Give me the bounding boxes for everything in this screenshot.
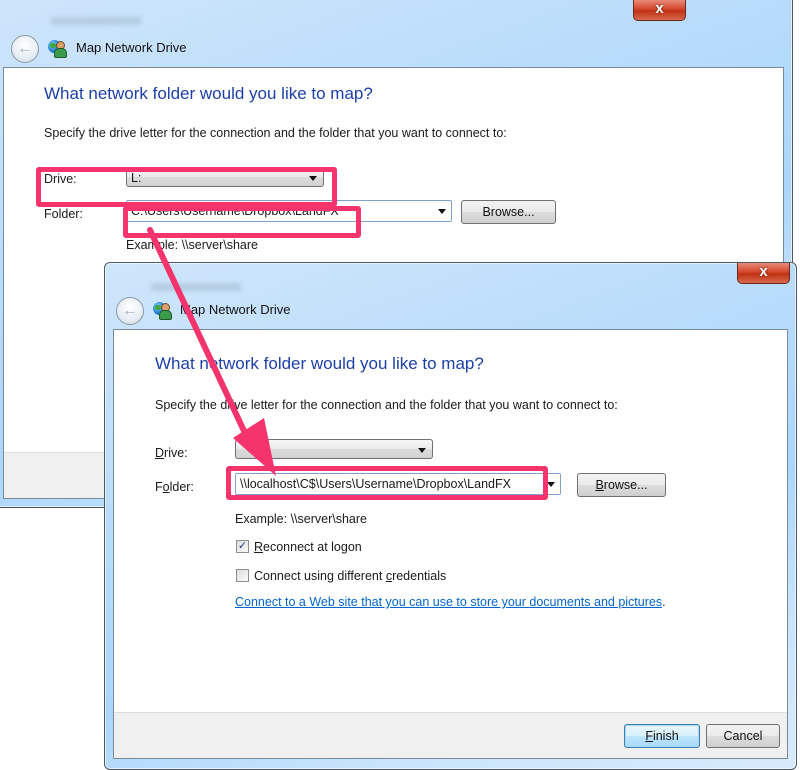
front-close-button[interactable]: x	[737, 263, 790, 284]
back-arrow-icon: ←	[122, 302, 138, 319]
folder-value: C:\Users\Username\Dropbox\LandFX	[131, 204, 339, 218]
back-close-button[interactable]: x	[633, 0, 686, 21]
folder-label: Folder:	[44, 207, 83, 221]
example-text: Example: \\server\share	[235, 512, 367, 526]
title-blur	[51, 17, 141, 25]
drive-value: L:	[131, 171, 142, 185]
drive-label: Drive:	[155, 446, 188, 460]
drive-select[interactable]	[235, 439, 433, 459]
web-link-row: Connect to a Web site that you can use t…	[235, 595, 666, 609]
reconnect-label[interactable]: Reconnect at logon	[254, 540, 362, 554]
drive-select[interactable]: L:	[126, 167, 324, 187]
back-nav-button[interactable]: ←	[116, 297, 144, 325]
drive-label: Drive:	[44, 172, 77, 186]
close-icon: x	[655, 0, 664, 17]
chevron-down-icon	[309, 176, 317, 181]
folder-input[interactable]: C:\Users\Username\Dropbox\LandFX	[126, 200, 452, 222]
cancel-button[interactable]: Cancel	[706, 724, 780, 748]
browse-button[interactable]: Browse...	[461, 200, 556, 224]
chevron-down-icon[interactable]	[438, 209, 446, 214]
title-blur	[151, 283, 241, 291]
folder-value: \\localhost\C$\Users\Username\Dropbox\La…	[240, 477, 511, 491]
folder-input[interactable]: \\localhost\C$\Users\Username\Dropbox\La…	[235, 473, 561, 495]
browse-button[interactable]: Browse...	[577, 473, 666, 497]
close-icon: x	[759, 263, 768, 280]
finish-button[interactable]: Finish	[624, 724, 700, 748]
checkmark-icon: ✓	[237, 540, 248, 552]
folder-label: Folder:	[155, 480, 194, 494]
reconnect-checkbox[interactable]: ✓	[236, 540, 249, 553]
map-network-drive-icon	[153, 301, 172, 320]
window-title: Map Network Drive	[76, 40, 187, 55]
back-arrow-icon: ←	[17, 40, 33, 57]
page-heading: What network folder would you like to ma…	[44, 84, 373, 103]
window-title: Map Network Drive	[180, 302, 291, 317]
description: Specify the drive letter for the connect…	[155, 398, 618, 412]
front-client-area: What network folder would you like to ma…	[113, 329, 788, 759]
web-site-link[interactable]: Connect to a Web site that you can use t…	[235, 595, 662, 609]
credentials-label[interactable]: Connect using different credentials	[254, 569, 446, 583]
description: Specify the drive letter for the connect…	[44, 126, 507, 140]
map-network-drive-icon	[48, 39, 67, 58]
chevron-down-icon	[418, 448, 426, 453]
chevron-down-icon[interactable]	[547, 482, 555, 487]
example-text: Example: \\server\share	[126, 238, 258, 252]
credentials-checkbox[interactable]	[236, 569, 249, 582]
back-nav-button[interactable]: ←	[11, 35, 39, 63]
page-heading: What network folder would you like to ma…	[155, 354, 484, 373]
front-footer: Finish Cancel	[114, 712, 787, 758]
front-map-network-drive-window: x ← Map Network Drive What network folde…	[104, 262, 797, 770]
